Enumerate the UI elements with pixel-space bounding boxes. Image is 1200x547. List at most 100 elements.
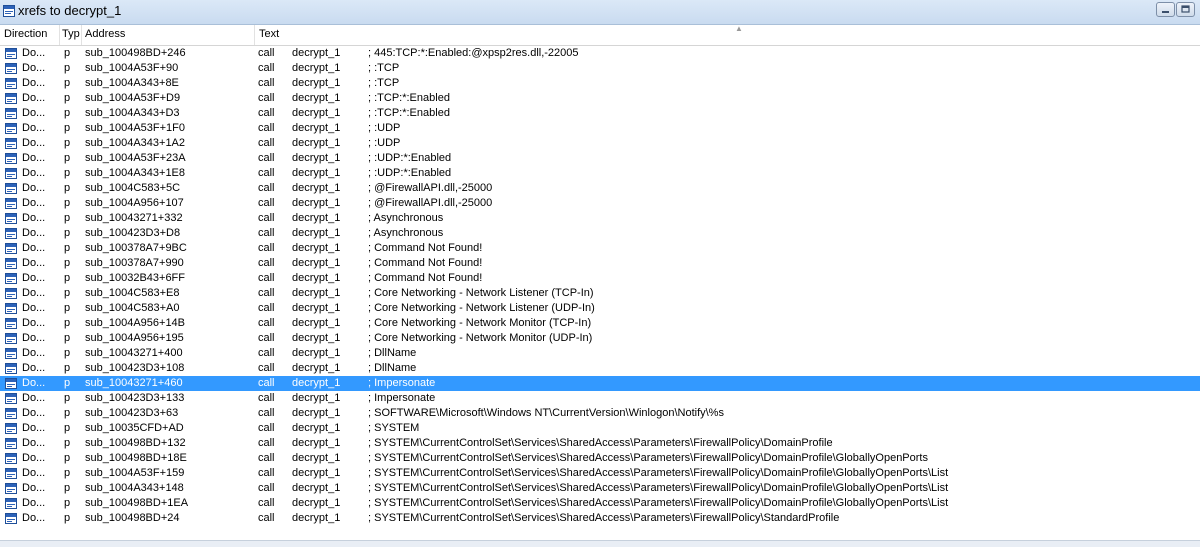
table-row[interactable]: Do... p sub_1004A53F+1F0 call decrypt_1 ; :UD… <box>0 121 1200 136</box>
comment-cell: ; Core Networking - Network Listener (TC… <box>368 287 594 299</box>
direction-cell: Do... <box>22 77 46 89</box>
table-row[interactable]: Do... p sub_100498BD+246 call decrypt_1 ; 445… <box>0 46 1200 61</box>
table-row[interactable]: Do... p sub_1004A956+14B call decrypt_1 ; Cor… <box>0 316 1200 331</box>
type-cell: p <box>64 482 71 494</box>
table-row[interactable]: Do... p sub_1004A956+107 call decrypt_1 ; @Fi… <box>0 196 1200 211</box>
instruction-cell: call <box>258 407 275 419</box>
xref-type-icon <box>5 138 17 149</box>
xref-type-icon <box>5 378 17 389</box>
column-type[interactable]: Typ <box>62 28 80 40</box>
target-cell: decrypt_1 <box>292 377 341 389</box>
xref-type-icon <box>5 243 17 254</box>
address-cell: sub_10043271+460 <box>85 377 183 389</box>
column-divider[interactable] <box>59 25 60 45</box>
instruction-cell: call <box>258 437 275 449</box>
table-row[interactable]: Do... p sub_10043271+400 call decrypt_1 ; Dll… <box>0 346 1200 361</box>
table-row[interactable]: Do... p sub_100423D3+108 call decrypt_1 ; Dll… <box>0 361 1200 376</box>
table-row[interactable]: Do... p sub_100423D3+D8 call decrypt_1 ; Asyn… <box>0 226 1200 241</box>
table-row[interactable]: Do... p sub_100498BD+24 call decrypt_1 ; SYST… <box>0 511 1200 526</box>
target-cell: decrypt_1 <box>292 167 341 179</box>
minimize-button[interactable] <box>1156 2 1175 17</box>
table-row[interactable]: Do... p sub_1004A956+195 call decrypt_1 ; Cor… <box>0 331 1200 346</box>
direction-cell: Do... <box>22 242 46 254</box>
maximize-icon <box>1181 5 1190 13</box>
table-row[interactable]: Do... p sub_100378A7+990 call decrypt_1 ; Com… <box>0 256 1200 271</box>
table-row[interactable]: Do... p sub_100498BD+132 call decrypt_1 ; SYS… <box>0 436 1200 451</box>
table-row[interactable]: Do... p sub_1004A343+8E call decrypt_1 ; :TCP <box>0 76 1200 91</box>
column-divider[interactable] <box>254 25 255 45</box>
comment-cell: ; SYSTEM\CurrentControlSet\Services\Shar… <box>368 467 949 479</box>
address-cell: sub_1004A53F+159 <box>85 467 185 479</box>
table-row[interactable]: Do... p sub_1004A343+1E8 call decrypt_1 ; :UD… <box>0 166 1200 181</box>
column-header: Direction Typ Address Text ▲ <box>0 24 1200 46</box>
comment-cell: ; SYSTEM\CurrentControlSet\Services\Shar… <box>368 512 840 524</box>
direction-cell: Do... <box>22 137 46 149</box>
address-cell: sub_10043271+332 <box>85 212 183 224</box>
instruction-cell: call <box>258 137 275 149</box>
type-cell: p <box>64 242 71 254</box>
type-cell: p <box>64 257 71 269</box>
direction-cell: Do... <box>22 347 46 359</box>
table-row[interactable]: Do... p sub_10032B43+6FF call decrypt_1 ; Com… <box>0 271 1200 286</box>
table-row[interactable]: Do... p sub_1004C583+5C call decrypt_1 ; @Fir… <box>0 181 1200 196</box>
table-row[interactable]: Do... p sub_100423D3+133 call decrypt_1 ; Imp… <box>0 391 1200 406</box>
comment-cell: ; :UDP:*:Enabled <box>368 167 452 179</box>
direction-cell: Do... <box>22 377 46 389</box>
table-row[interactable]: Do... p sub_100498BD+1EA call decrypt_1 ; SYS… <box>0 496 1200 511</box>
comment-cell: ; :UDP <box>368 137 401 149</box>
instruction-cell: call <box>258 122 275 134</box>
column-divider[interactable] <box>81 25 82 45</box>
address-cell: sub_1004A956+195 <box>85 332 184 344</box>
table-row[interactable]: Do... p sub_10043271+460 call decrypt_1 ; Imp… <box>0 376 1200 391</box>
table-row[interactable]: Do... p sub_1004A53F+D9 call decrypt_1 ; :TCP… <box>0 91 1200 106</box>
xrefs-window-icon <box>3 5 15 17</box>
instruction-cell: call <box>258 92 275 104</box>
table-row[interactable]: Do... p sub_1004C583+E8 call decrypt_1 ; Core… <box>0 286 1200 301</box>
xref-type-icon <box>5 513 17 524</box>
address-cell: sub_100498BD+24 <box>85 512 180 524</box>
xref-type-icon <box>5 153 17 164</box>
column-address[interactable]: Address <box>85 28 245 40</box>
table-row[interactable]: Do... p sub_1004A343+148 call decrypt_1 ; SYS… <box>0 481 1200 496</box>
type-cell: p <box>64 62 71 74</box>
target-cell: decrypt_1 <box>292 152 341 164</box>
table-row[interactable]: Do... p sub_100498BD+18E call decrypt_1 ; SYS… <box>0 451 1200 466</box>
table-row[interactable]: Do... p sub_1004A53F+90 call decrypt_1 ; :TCP <box>0 61 1200 76</box>
xref-type-icon <box>5 498 17 509</box>
comment-cell: ; :TCP:*:Enabled <box>368 92 450 104</box>
xref-type-icon <box>5 423 17 434</box>
target-cell: decrypt_1 <box>292 197 341 209</box>
instruction-cell: call <box>258 212 275 224</box>
column-direction[interactable]: Direction <box>4 28 58 40</box>
table-row[interactable]: Do... p sub_1004A343+1A2 call decrypt_1 ; :UD… <box>0 136 1200 151</box>
type-cell: p <box>64 302 71 314</box>
type-cell: p <box>64 452 71 464</box>
target-cell: decrypt_1 <box>292 272 341 284</box>
instruction-cell: call <box>258 302 275 314</box>
maximize-button[interactable] <box>1176 2 1195 17</box>
xref-type-icon <box>5 93 17 104</box>
table-row[interactable]: Do... p sub_1004C583+A0 call decrypt_1 ; Core… <box>0 301 1200 316</box>
address-cell: sub_100423D3+63 <box>85 407 179 419</box>
direction-cell: Do... <box>22 512 46 524</box>
type-cell: p <box>64 122 71 134</box>
table-row[interactable]: Do... p sub_10043271+332 call decrypt_1 ; Asy… <box>0 211 1200 226</box>
instruction-cell: call <box>258 272 275 284</box>
direction-cell: Do... <box>22 302 46 314</box>
table-row[interactable]: Do... p sub_1004A53F+23A call decrypt_1 ; :UD… <box>0 151 1200 166</box>
direction-cell: Do... <box>22 437 46 449</box>
table-row[interactable]: Do... p sub_100423D3+63 call decrypt_1 ; SOFT… <box>0 406 1200 421</box>
table-row[interactable]: Do... p sub_100378A7+9BC call decrypt_1 ; Com… <box>0 241 1200 256</box>
title-bar[interactable]: xrefs to decrypt_1 <box>0 0 1200 25</box>
column-text[interactable]: Text <box>259 28 319 40</box>
table-row[interactable]: Do... p sub_1004A343+D3 call decrypt_1 ; :TCP… <box>0 106 1200 121</box>
target-cell: decrypt_1 <box>292 62 341 74</box>
table-row[interactable]: Do... p sub_1004A53F+159 call decrypt_1 ; SYS… <box>0 466 1200 481</box>
address-cell: sub_1004C583+5C <box>85 182 181 194</box>
xref-type-icon <box>5 273 17 284</box>
xref-type-icon <box>5 453 17 464</box>
table-row[interactable]: Do... p sub_10035CFD+AD call decrypt_1 ; SYST… <box>0 421 1200 436</box>
direction-cell: Do... <box>22 317 46 329</box>
target-cell: decrypt_1 <box>292 287 341 299</box>
xref-list[interactable]: Do... p sub_100498BD+246 call decrypt_1; 445… <box>0 46 1200 540</box>
